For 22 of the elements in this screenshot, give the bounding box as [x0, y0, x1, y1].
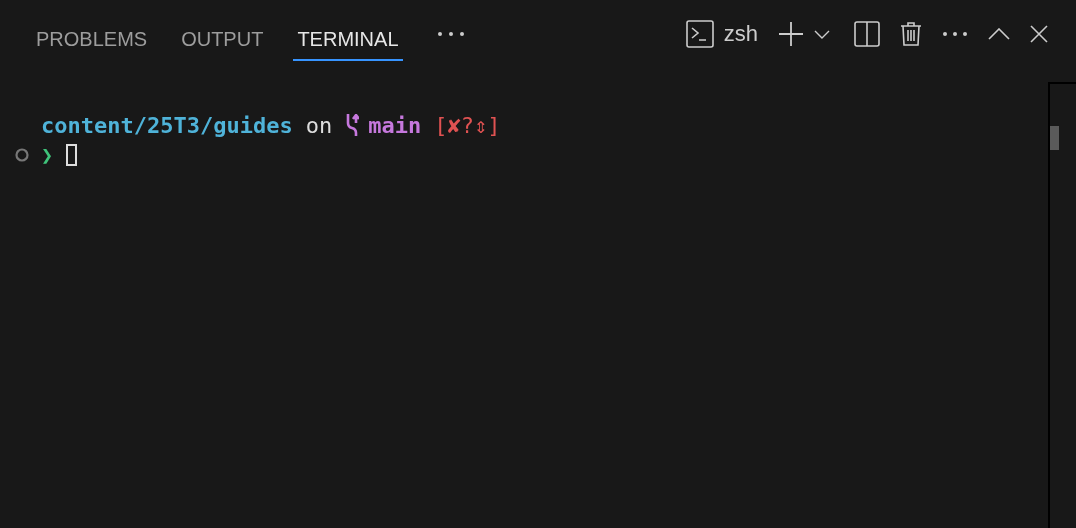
panel-tab[interactable]: TERMINAL [293, 7, 403, 61]
split-icon[interactable] [854, 21, 880, 47]
more-icon[interactable] [942, 31, 968, 37]
branch-name: main [368, 112, 422, 138]
more-icon[interactable] [436, 31, 465, 37]
circle-icon [15, 148, 29, 162]
prompt-path: content/25T3/guides [41, 112, 293, 138]
chevron-down-icon[interactable] [814, 29, 830, 39]
prompt-connector: on [305, 112, 333, 138]
terminal-selector[interactable]: zsh [685, 20, 758, 48]
prompt-symbol: ❯ [41, 143, 54, 167]
chevron-up-icon[interactable] [988, 28, 1010, 40]
trash-icon[interactable] [900, 21, 922, 47]
terminal-icon [685, 20, 714, 48]
branch-icon [345, 114, 360, 136]
panel-tab[interactable]: PROBLEMS [32, 7, 152, 61]
cursor [66, 144, 78, 166]
panel-tab[interactable]: OUTPUT [177, 7, 268, 61]
git-status: [✘?⇕] [434, 112, 501, 138]
plus-icon[interactable] [778, 21, 804, 47]
close-icon[interactable] [1030, 25, 1048, 43]
scrollbar-thumb[interactable] [1050, 126, 1059, 150]
